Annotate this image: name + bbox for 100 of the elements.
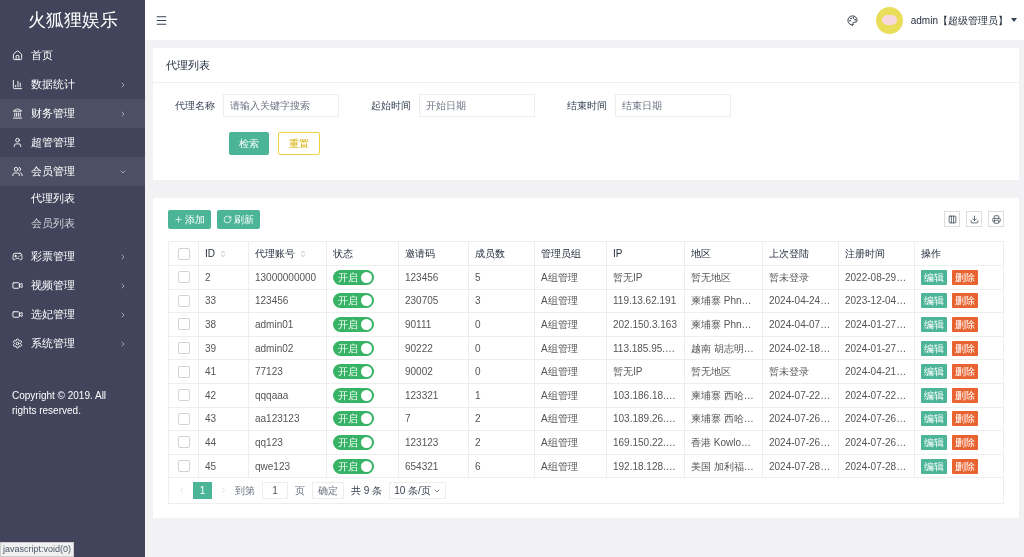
delete-button[interactable]: 删除	[952, 317, 978, 332]
input-field[interactable]: 开始日期	[419, 93, 535, 117]
delete-button[interactable]: 删除	[952, 364, 978, 380]
table-cell-text: 香港 Kowlo…	[691, 435, 751, 450]
user-menu[interactable]: admin【超级管理员】	[910, 12, 1017, 28]
input-field[interactable]: 请输入关键字搜索	[223, 93, 339, 117]
export-button[interactable]	[966, 211, 982, 227]
delete-button[interactable]: 删除	[952, 434, 978, 450]
sidebar-item[interactable]: 会员管理	[0, 157, 145, 186]
sidebar-item[interactable]: 数据统计	[0, 70, 145, 99]
columns-icon	[947, 214, 957, 224]
chevron-icon	[119, 339, 127, 348]
submenu-item[interactable]: 会员列表	[0, 211, 145, 236]
table-cell-text: 113.185.95.…	[613, 341, 676, 356]
table-cell-text: 6	[475, 459, 481, 474]
edit-button[interactable]: 编辑	[921, 411, 947, 427]
status-toggle[interactable]: 开启	[333, 269, 374, 285]
table-cell-text: 2	[475, 435, 481, 450]
status-toggle[interactable]: 开启	[333, 387, 374, 403]
checkbox[interactable]	[177, 342, 190, 355]
edit-button[interactable]: 编辑	[921, 364, 947, 380]
delete-button[interactable]: 删除	[952, 411, 978, 427]
checkbox[interactable]	[177, 247, 190, 260]
palette-icon[interactable]	[846, 14, 858, 26]
table-cell-text: 暂未登录	[769, 270, 809, 285]
sidebar-item[interactable]: 系统管理	[0, 329, 145, 358]
sidebar-item[interactable]: 视频管理	[0, 271, 145, 300]
checkbox[interactable]	[177, 389, 190, 402]
status-toggle[interactable]: 开启	[333, 411, 374, 427]
edit-button[interactable]: 编辑	[921, 434, 947, 450]
input-field[interactable]: 结束日期	[615, 93, 731, 117]
sort-icon[interactable]	[299, 249, 307, 258]
checkbox[interactable]	[177, 318, 190, 331]
table-cell-text: 202.150.3.163	[613, 318, 677, 332]
search-button[interactable]: 检索	[229, 132, 269, 155]
table-cell-text: 2024-04-21…	[845, 365, 907, 380]
page-input[interactable]: 1	[262, 482, 288, 500]
sidebar-item[interactable]: 首页	[0, 41, 145, 70]
status-toggle[interactable]: 开启	[333, 340, 374, 356]
home-icon	[12, 50, 23, 61]
edit-button[interactable]: 编辑	[921, 269, 947, 285]
columns-button[interactable]	[944, 211, 960, 227]
page-button[interactable]: 1	[193, 482, 212, 500]
sidebar-item[interactable]: 彩票管理	[0, 242, 145, 271]
menu-icon[interactable]	[155, 13, 168, 27]
table-cell-text: 2024-01-27…	[845, 341, 907, 356]
checkbox[interactable]	[177, 460, 190, 473]
table-cell-text: 暂无IP	[613, 270, 643, 285]
sort-icon[interactable]	[219, 249, 227, 258]
total-count: 共 9 条	[351, 484, 383, 499]
prev-page-icon[interactable]	[177, 486, 186, 496]
checkbox[interactable]	[177, 365, 190, 378]
table-cell-text: 43	[205, 412, 217, 427]
avatar-icon[interactable]	[875, 6, 903, 34]
table-cell-text: 45	[205, 459, 217, 474]
copyright-text: Copyright © 2019. All rights reserved.	[12, 389, 108, 418]
table-cell-text: aa123123	[255, 412, 300, 427]
table-cell-text: 2024-07-26…	[769, 435, 831, 450]
reset-button[interactable]: 重置	[278, 132, 320, 155]
refresh-button[interactable]: 刷新	[217, 209, 260, 229]
goto-label: 到第	[235, 484, 255, 499]
column-header: 操作	[920, 247, 942, 261]
status-toggle[interactable]: 开启	[333, 364, 374, 380]
checkbox[interactable]	[177, 412, 190, 425]
checkbox[interactable]	[177, 294, 190, 307]
sidebar-item[interactable]: 选妃管理	[0, 300, 145, 329]
table-cell-text: 0	[475, 365, 481, 380]
table-cell-text: 越南 胡志明…	[691, 341, 754, 356]
edit-button[interactable]: 编辑	[921, 458, 947, 474]
page-size-select[interactable]: 10 条/页	[389, 482, 446, 500]
add-button[interactable]: 添加	[168, 209, 211, 229]
table-cell-text: qwe123	[255, 459, 291, 474]
status-toggle[interactable]: 开启	[333, 317, 374, 332]
edit-button[interactable]: 编辑	[921, 293, 947, 309]
checkbox[interactable]	[177, 271, 190, 284]
delete-button[interactable]: 删除	[952, 340, 978, 356]
table-cell-text: 3	[475, 294, 481, 309]
delete-button[interactable]: 删除	[952, 387, 978, 403]
status-toggle[interactable]: 开启	[333, 458, 374, 474]
edit-button[interactable]: 编辑	[921, 317, 947, 332]
delete-button[interactable]: 删除	[952, 293, 978, 309]
next-page-icon[interactable]	[219, 486, 228, 496]
delete-button[interactable]: 删除	[952, 458, 978, 474]
chevron-icon	[119, 252, 127, 261]
table-cell-text: 暂无地区	[691, 365, 731, 380]
edit-button[interactable]: 编辑	[921, 387, 947, 403]
sidebar-item[interactable]: 超管管理	[0, 128, 145, 157]
status-toggle[interactable]: 开启	[333, 293, 374, 309]
table-cell-text: A组管理	[541, 341, 578, 356]
edit-button[interactable]: 编辑	[921, 340, 947, 356]
confirm-button[interactable]: 确定	[312, 482, 344, 500]
table-cell-text: 2	[475, 412, 481, 427]
status-toggle[interactable]: 开启	[333, 434, 374, 450]
submenu-item[interactable]: 代理列表	[0, 186, 145, 211]
delete-button[interactable]: 删除	[952, 269, 978, 285]
column-header: IP	[607, 242, 685, 265]
panel-title: 代理列表	[166, 57, 210, 73]
checkbox[interactable]	[177, 436, 190, 449]
sidebar-item[interactable]: 财务管理	[0, 99, 145, 128]
print-button[interactable]	[988, 211, 1004, 227]
